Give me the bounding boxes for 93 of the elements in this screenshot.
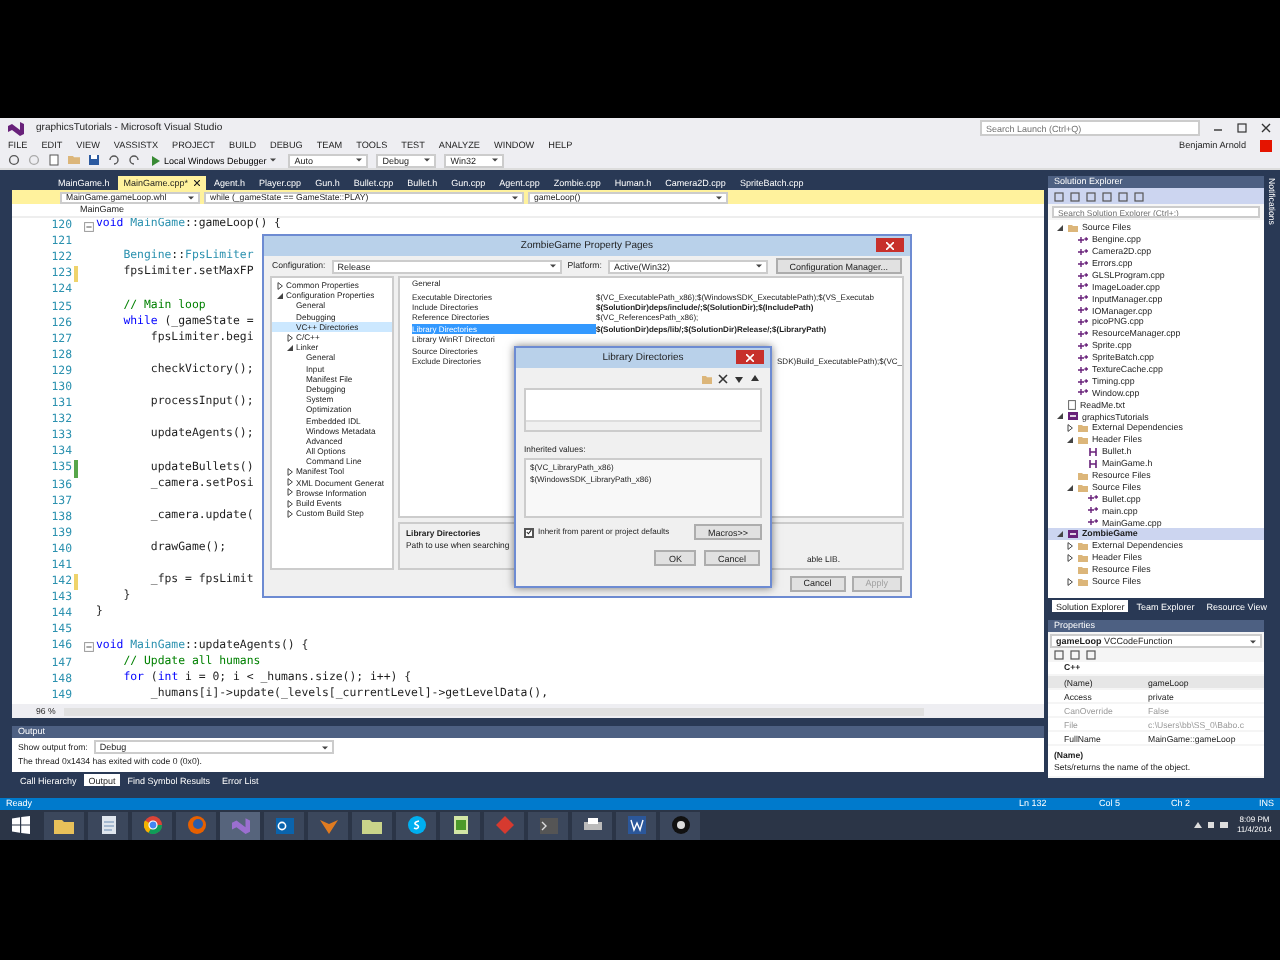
browser-icon — [143, 816, 161, 834]
collapsed-arrow-icon[interactable] — [286, 333, 294, 342]
document-icon — [101, 816, 115, 834]
mail-icon — [275, 817, 293, 833]
folder-icon — [362, 817, 382, 833]
expanded-arrow-icon[interactable] — [1066, 435, 1074, 444]
collapsed-arrow-icon[interactable] — [1066, 424, 1074, 433]
new-file-icon[interactable] — [48, 154, 60, 166]
collapsed-arrow-icon[interactable] — [1066, 577, 1074, 586]
close-button[interactable] — [736, 350, 764, 364]
dropdown-arrow-icon[interactable] — [492, 158, 499, 162]
header-file-icon — [1088, 447, 1098, 456]
delete-icon[interactable] — [718, 374, 728, 384]
browser-app-button[interactable] — [132, 811, 172, 839]
folder-app-button[interactable] — [352, 811, 392, 839]
dropdown-arrow-icon[interactable] — [270, 158, 277, 162]
visual-studio-logo-icon — [231, 817, 249, 833]
recorder-app-button[interactable] — [660, 811, 700, 839]
redo-icon[interactable] — [128, 154, 140, 166]
close-button[interactable] — [876, 238, 904, 252]
terminal-icon — [539, 817, 557, 833]
spreadsheet-icon — [453, 816, 467, 834]
dropdown-arrow-icon[interactable] — [1250, 639, 1256, 643]
expanded-arrow-icon[interactable] — [276, 291, 284, 300]
dropdown-arrow-icon[interactable] — [424, 158, 431, 162]
printer-app-button[interactable] — [572, 811, 612, 839]
visual-studio-logo-icon — [8, 121, 24, 135]
dropdown-arrow-icon[interactable] — [188, 195, 194, 199]
cpp-file-icon — [1078, 235, 1088, 244]
word-app-button[interactable] — [616, 811, 656, 839]
dropdown-arrow-icon[interactable] — [512, 195, 518, 199]
expanded-arrow-icon[interactable] — [1066, 483, 1074, 492]
spreadsheet-app-button[interactable] — [440, 811, 480, 839]
cpp-file-icon — [1078, 282, 1088, 291]
mail-app-button[interactable] — [264, 811, 304, 839]
diamond-icon — [495, 816, 513, 834]
game-app-button[interactable] — [308, 811, 348, 839]
expanded-arrow-icon[interactable] — [1056, 223, 1064, 232]
folder-app-button[interactable] — [44, 811, 84, 839]
close-icon — [886, 241, 894, 249]
collapsed-arrow-icon[interactable] — [276, 281, 284, 290]
dropdown-arrow-icon[interactable] — [716, 195, 722, 199]
windows-logo-icon — [11, 816, 29, 834]
triangle-logo-icon — [319, 817, 337, 833]
project-icon — [1068, 530, 1078, 539]
cpp-file-icon — [1088, 506, 1098, 515]
record-icon — [671, 816, 689, 834]
expanded-arrow-icon[interactable] — [1056, 412, 1064, 421]
expanded-arrow-icon[interactable] — [286, 343, 294, 352]
browser-app-button[interactable] — [176, 811, 216, 839]
printer-icon — [583, 817, 601, 833]
dropdown-arrow-icon[interactable] — [549, 264, 556, 268]
project-icon — [1068, 412, 1078, 421]
back-icon[interactable] — [8, 154, 20, 166]
cpp-file-icon — [1078, 259, 1088, 268]
expanded-arrow-icon[interactable] — [1056, 530, 1064, 539]
document-app-button[interactable] — [88, 811, 128, 839]
tray-icons — [1193, 820, 1229, 830]
checkbox[interactable] — [524, 527, 534, 538]
cpp-file-icon — [1078, 306, 1088, 315]
play-icon — [152, 155, 160, 165]
cpp-file-icon — [1078, 271, 1088, 279]
cpp-file-icon — [1078, 365, 1088, 374]
cpp-file-icon — [1078, 247, 1088, 256]
move-down-icon[interactable] — [734, 374, 744, 384]
visual-studio-app-button[interactable] — [220, 811, 260, 839]
collapse-icon[interactable] — [83, 641, 93, 652]
cpp-file-icon — [1078, 341, 1088, 350]
dropdown-arrow-icon[interactable] — [755, 264, 762, 268]
close-icon — [746, 353, 754, 361]
dropdown-arrow-icon[interactable] — [356, 158, 363, 162]
close-icon[interactable] — [194, 180, 201, 186]
cpp-file-icon — [1078, 294, 1088, 303]
avatar-icon[interactable] — [1260, 139, 1272, 151]
dropdown-arrow-icon[interactable] — [321, 745, 328, 749]
header-file-icon — [1088, 459, 1098, 468]
browser-icon — [187, 816, 205, 834]
cpp-file-icon — [1078, 353, 1088, 362]
chat-icon — [407, 816, 425, 834]
word-processor-icon — [627, 816, 645, 834]
folder-icon — [1068, 223, 1078, 232]
maximize-icon[interactable] — [1236, 122, 1248, 134]
check-icon — [526, 528, 532, 537]
collapse-icon[interactable] — [83, 221, 93, 232]
cpp-file-icon — [1088, 494, 1098, 503]
move-up-icon[interactable] — [750, 374, 760, 384]
close-icon[interactable] — [1260, 122, 1272, 134]
text-file-icon — [1068, 399, 1076, 410]
cpp-file-icon — [1088, 518, 1098, 527]
folder-icon — [54, 817, 74, 833]
undo-icon[interactable] — [108, 154, 120, 166]
save-icon[interactable] — [88, 154, 100, 166]
chat-app-button[interactable] — [396, 811, 436, 839]
